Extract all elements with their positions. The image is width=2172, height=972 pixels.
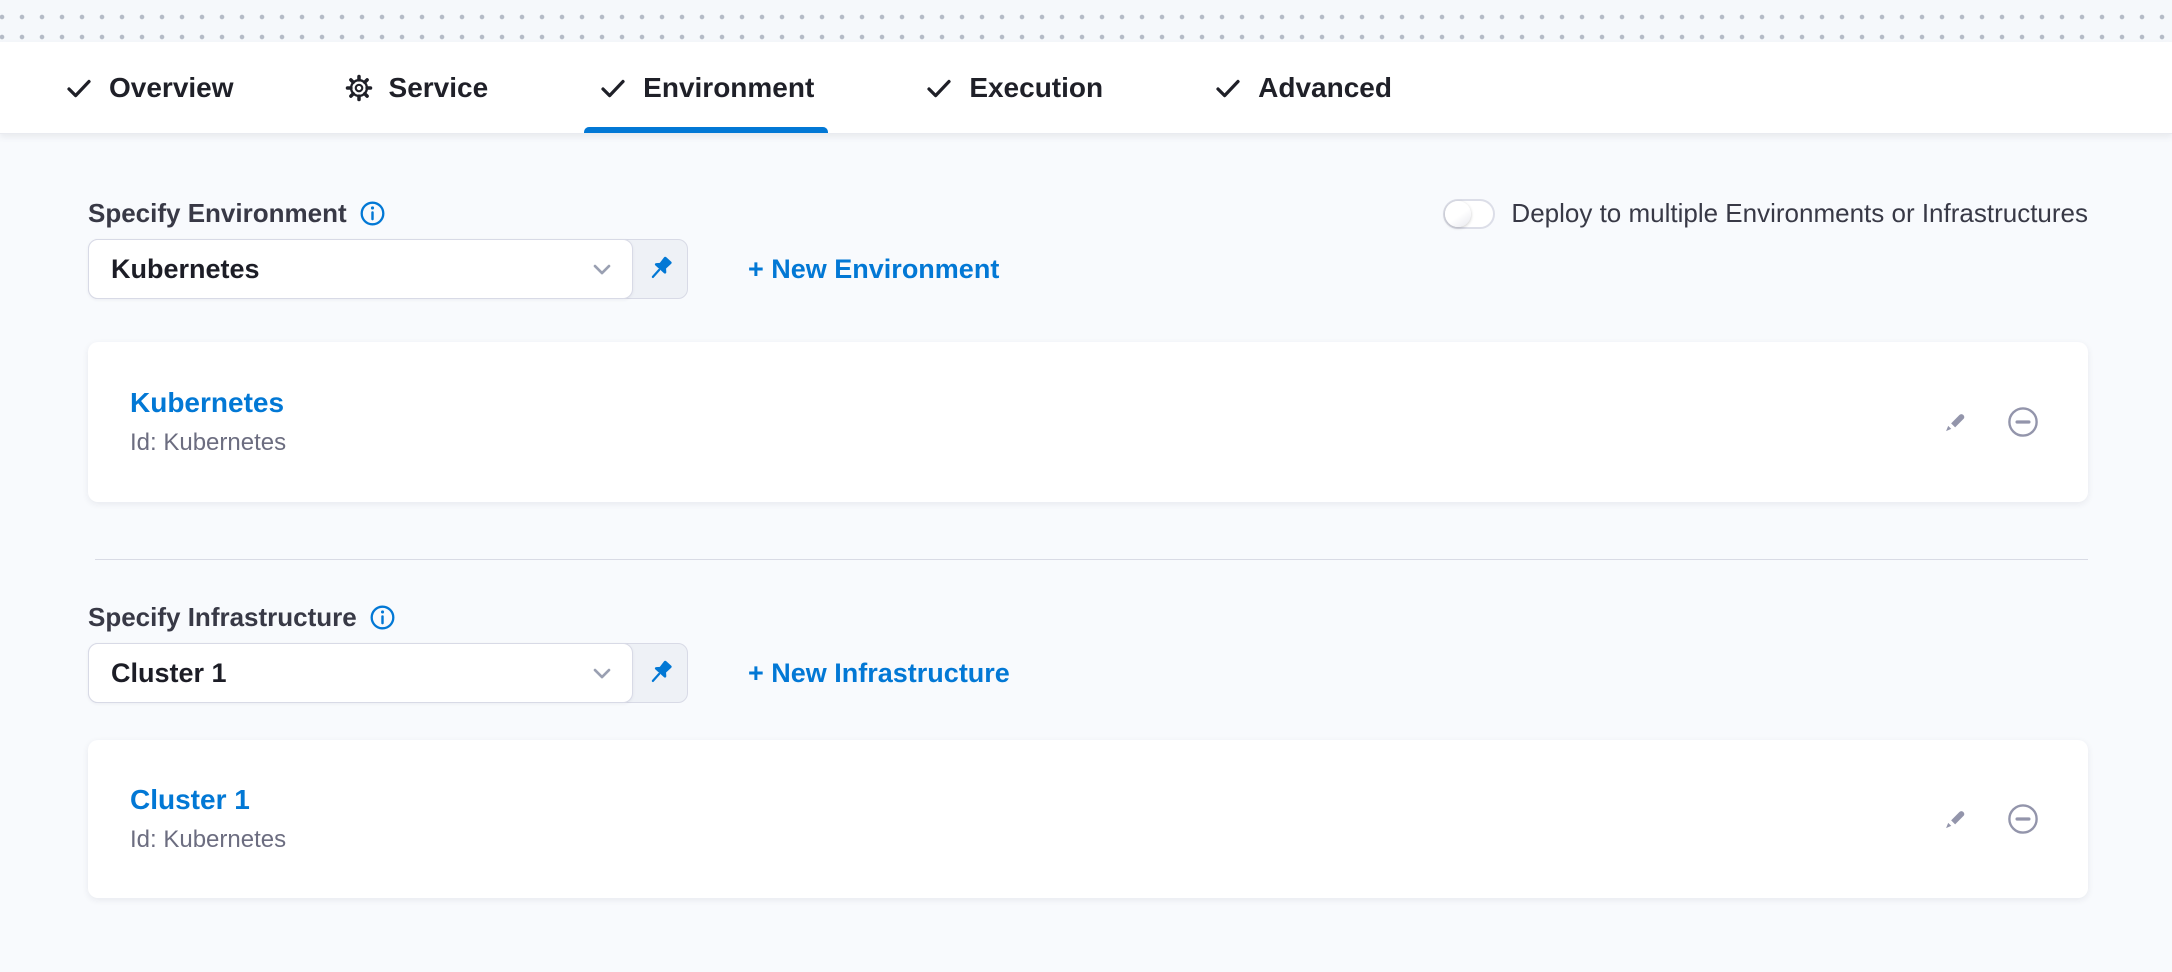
environment-card-text: Kubernetes Id: Kubernetes [130,387,286,457]
tab-service[interactable]: Service [330,42,503,133]
tab-overview[interactable]: Overview [50,42,248,133]
minus-circle-icon [2004,800,2042,838]
specify-environment-label: Specify Environment [88,198,347,229]
infrastructure-card-id: Id: Kubernetes [130,826,286,854]
infrastructure-pin-button[interactable] [633,644,687,702]
check-icon [598,73,628,103]
environment-card-actions [1936,403,2042,441]
specify-infrastructure-label: Specify Infrastructure [88,602,357,633]
environment-pin-button[interactable] [633,240,687,298]
pencil-icon [1939,406,1971,438]
stage-tab-bar: Overview Service Environment Execution A… [0,42,2172,134]
new-infrastructure-link[interactable]: + New Infrastructure [748,658,1010,689]
multi-environment-toggle-label: Deploy to multiple Environments or Infra… [1511,198,2088,229]
tab-label: Advanced [1258,72,1392,104]
environment-section-header: Specify Environment Deploy to multiple E… [88,134,2088,229]
new-environment-link[interactable]: + New Environment [748,254,999,285]
infrastructure-card-text: Cluster 1 Id: Kubernetes [130,784,286,854]
remove-environment-button[interactable] [2004,403,2042,441]
environment-card: Kubernetes Id: Kubernetes [88,342,2088,502]
tab-label: Environment [643,72,814,104]
chevron-down-icon [588,255,616,283]
edit-environment-button[interactable] [1936,403,1974,441]
environment-card-title[interactable]: Kubernetes [130,387,286,419]
active-tab-underline [584,127,828,133]
infrastructure-card: Cluster 1 Id: Kubernetes [88,740,2088,898]
toggle-knob [1445,201,1471,227]
check-icon [1213,73,1243,103]
tab-label: Execution [969,72,1103,104]
environment-control-row: Kubernetes + New Environment [88,239,2088,299]
infrastructure-section-header: Specify Infrastructure [88,560,2088,633]
environment-select-input[interactable]: Kubernetes [88,239,633,299]
tab-environment[interactable]: Environment [584,42,828,133]
infrastructure-select[interactable]: Cluster 1 [88,643,688,703]
check-icon [64,73,94,103]
infrastructure-select-value: Cluster 1 [111,658,227,689]
infrastructure-card-title[interactable]: Cluster 1 [130,784,286,816]
environment-card-id: Id: Kubernetes [130,429,286,457]
environment-select[interactable]: Kubernetes [88,239,688,299]
gear-icon [344,73,374,103]
dotted-background-strip [0,0,2172,42]
remove-infrastructure-button[interactable] [2004,800,2042,838]
edit-infrastructure-button[interactable] [1936,800,1974,838]
tab-execution[interactable]: Execution [910,42,1117,133]
tab-label: Overview [109,72,234,104]
info-icon[interactable] [369,604,396,631]
specify-infrastructure-label-wrap: Specify Infrastructure [88,602,396,633]
minus-circle-icon [2004,403,2042,441]
environment-select-value: Kubernetes [111,254,260,285]
environment-tab-content: Specify Environment Deploy to multiple E… [0,134,2172,972]
infrastructure-select-input[interactable]: Cluster 1 [88,643,633,703]
pin-icon [644,657,676,689]
check-icon [924,73,954,103]
pencil-icon [1939,803,1971,835]
pin-icon [644,253,676,285]
chevron-down-icon [588,659,616,687]
specify-environment-label-wrap: Specify Environment [88,198,386,229]
tab-advanced[interactable]: Advanced [1199,42,1406,133]
multi-environment-toggle-wrap: Deploy to multiple Environments or Infra… [1443,198,2088,229]
infrastructure-card-actions [1936,800,2042,838]
infrastructure-control-row: Cluster 1 + New Infrastructure [88,643,2088,703]
info-icon[interactable] [359,200,386,227]
multi-environment-toggle[interactable] [1443,199,1495,229]
tab-label: Service [389,72,489,104]
